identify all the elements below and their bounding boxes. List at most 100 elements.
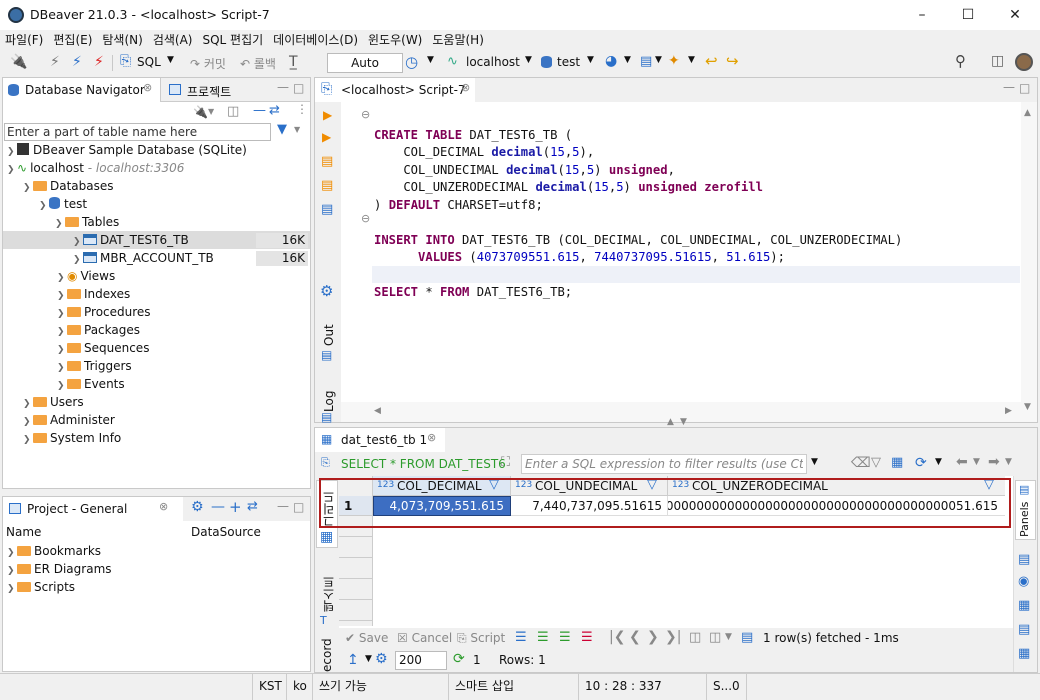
value-view-icon[interactable]: ◉ [1018,574,1029,589]
tab-project[interactable]: 프로젝트 [163,78,273,102]
cancel-button[interactable]: ☒ Cancel [397,631,452,645]
editor-vertical-scrollbar[interactable]: ▲ ▼ [1021,102,1037,422]
copy-row-icon[interactable]: ☰ [559,630,571,645]
search-icon[interactable]: ⚲ [955,52,966,70]
splitter-down-icon[interactable]: ▼ [680,417,687,427]
tree-item-system-info[interactable]: ❯ System Info [23,429,121,447]
filter-icon[interactable]: ▽ [871,455,881,470]
chevron-down-icon[interactable]: ▼ [973,457,980,467]
cell-col-unzerodecimal[interactable]: 0000000000000000000000000000000000000000… [668,496,1005,516]
execute-new-tab-icon[interactable]: ▶ [322,130,331,144]
chevron-down-icon[interactable]: ▼ [935,457,942,467]
forward-nav-icon[interactable]: ↪ [726,52,739,70]
active-connection-selector[interactable]: localhost [466,55,520,69]
chevron-down-icon[interactable]: ▼ [294,125,300,134]
explain-plan-icon[interactable]: ▤ [321,202,333,217]
panels-tab[interactable]: ▤ Panels [1015,480,1036,540]
output-tab[interactable]: Out [322,318,336,346]
transaction-icon[interactable]: T̲ [289,54,298,70]
chevron-down-icon[interactable]: ▼ [688,55,695,65]
code-editor[interactable]: ⊖ ⊖ CREATE TABLE DAT_TEST6_TB ( COL_DECI… [341,102,1021,402]
column-filter-icon[interactable]: ▽ [984,477,994,492]
minimize-button[interactable]: – [899,0,945,30]
close-button[interactable]: ✕ [992,0,1038,30]
menu-window[interactable]: 윈도우(W) [363,30,427,50]
scroll-up-icon[interactable]: ▲ [1024,108,1031,118]
eraser-icon[interactable]: ⌫ [851,455,871,471]
invalidate-icon[interactable]: ⚡ [94,54,104,70]
tab-results[interactable]: ▦ dat_test6_tb 1 ⊗ [315,428,445,452]
collapse-all-icon[interactable]: — [253,103,266,118]
column-header-datasource[interactable]: DataSource [191,525,261,539]
expand-icon[interactable]: ⛶ [501,455,510,470]
tree-item-test[interactable]: ❯ test [39,195,87,213]
tools-icon[interactable]: ✦ [668,53,680,69]
tree-item-scripts[interactable]: ❯ Scripts [7,578,75,596]
minimize-view-icon[interactable]: — [1003,80,1015,94]
tree-item-views[interactable]: ❯ ◉ Views [57,267,115,285]
history-icon[interactable]: ◷ [405,53,418,71]
filter-settings-icon[interactable]: ▦ [891,455,903,470]
tab-script-7[interactable]: ⎘ <localhost> Script-7 ⊗ [315,78,475,102]
menu-help[interactable]: 도움말(H) [427,30,489,50]
chevron-down-icon[interactable]: ▼ [167,55,174,65]
commit-button[interactable]: ↷ 커밋 [190,55,226,72]
new-folder-icon[interactable]: ◫ [227,104,239,119]
tree-item-sample-db[interactable]: ❯ DBeaver Sample Database (SQLite) [7,141,247,159]
settings-icon[interactable]: ⚙ [375,651,388,667]
dashboard-icon[interactable]: ◕ [605,53,617,69]
tree-item-er-diagrams[interactable]: ❯ ER Diagrams [7,560,112,578]
back-nav-icon[interactable]: ↩ [705,52,718,70]
fetch-next-icon[interactable]: ◫ [689,630,701,645]
fold-collapse-icon[interactable]: ⊖ [361,212,370,225]
results-grid[interactable]: 1 123 COL_DECIMAL ▽ 123 COL_UNDECIMAL ▽ … [339,476,1005,626]
text-view-tab[interactable]: 텍스트 [320,566,337,612]
log-tab[interactable]: Log [322,386,336,412]
refresh-icon[interactable]: ⟳ [453,651,465,667]
settings-icon[interactable]: ⚙ [320,282,333,300]
tab-database-navigator[interactable]: Database Navigator ⊗ [3,78,161,102]
chevron-down-icon[interactable]: ▼ [1005,457,1012,467]
link-editor-icon[interactable]: ⇄ [247,499,258,514]
execute-icon[interactable]: ▶ [323,108,332,122]
tree-item-databases[interactable]: ❯ Databases [23,177,114,195]
link-editor-icon[interactable]: ⇄ [269,103,280,118]
menu-search[interactable]: 검색(A) [148,30,198,50]
query-text[interactable]: SELECT * FROM DAT_TEST6 [341,457,506,471]
tree-item-localhost[interactable]: ❯ ∿ localhost - localhost:3306 [7,159,184,177]
close-icon[interactable]: ⊗ [143,81,152,94]
column-header-name[interactable]: Name [6,525,41,539]
splitter-up-icon[interactable]: ▲ [667,417,674,427]
close-icon[interactable]: ⊗ [461,81,470,94]
active-schema-selector[interactable]: test [557,55,580,69]
metadata-icon[interactable]: ▦ [1018,598,1030,613]
column-filter-icon[interactable]: ▽ [647,477,657,492]
settings-icon[interactable]: ⚙ [191,499,204,515]
tree-item-bookmarks[interactable]: ❯ Bookmarks [7,542,101,560]
chevron-down-icon[interactable]: ▼ [811,457,818,467]
row-number[interactable]: 1 [339,496,372,516]
minimize-view-icon[interactable]: — [277,80,289,94]
add-icon[interactable]: + [229,498,242,516]
tree-item-sequences[interactable]: ❯ Sequences [57,339,149,357]
minimize-view-icon[interactable]: — [277,499,289,513]
collapse-all-icon[interactable]: — [211,499,225,515]
tree-item-mbr-account-tb[interactable]: ❯ MBR_ACCOUNT_TB [73,249,214,267]
column-header-col-decimal[interactable]: 123 COL_DECIMAL ▽ [373,476,511,496]
delete-row-icon[interactable]: ☰ [581,630,593,645]
column-header-col-undecimal[interactable]: 123 COL_UNDECIMAL ▽ [511,476,668,496]
script-button[interactable]: ⎘ Script [457,631,505,646]
tree-item-events[interactable]: ❯ Events [57,375,125,393]
execute-script-icon[interactable]: ▤ [321,154,333,169]
chevron-down-icon[interactable]: ▼ [525,55,532,65]
last-page-icon[interactable]: ❯| [665,629,681,645]
results-filter-input[interactable]: Enter a SQL expression to filter results… [521,454,807,474]
menu-database[interactable]: 데이터베이스(D) [268,30,363,50]
forward-icon[interactable]: ➡ [988,454,1000,470]
back-icon[interactable]: ⬅ [956,454,968,470]
maximize-view-icon[interactable]: □ [293,500,304,514]
close-icon[interactable]: ⊗ [159,500,168,513]
rollback-button[interactable]: ↶ 롤백 [240,55,276,72]
filter-icon[interactable]: ▼ [277,122,287,137]
transaction-mode-field[interactable]: Auto [327,53,403,73]
